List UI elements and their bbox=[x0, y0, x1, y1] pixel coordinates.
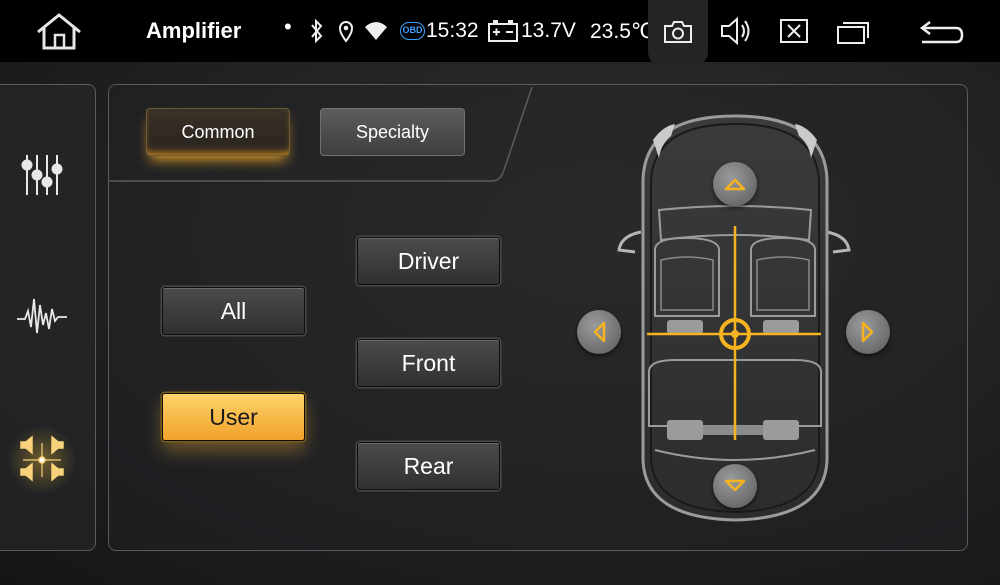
back-icon[interactable] bbox=[918, 14, 966, 48]
arrow-left-icon bbox=[593, 321, 606, 343]
volume-icon[interactable] bbox=[716, 14, 756, 48]
all-button[interactable]: All bbox=[162, 287, 305, 335]
battery-icon bbox=[488, 20, 518, 42]
equalizer-sliders-icon[interactable] bbox=[15, 149, 69, 203]
app-title: Amplifier bbox=[146, 18, 242, 43]
balance-left-button[interactable] bbox=[577, 310, 621, 354]
obd-icon: OBD bbox=[400, 22, 425, 40]
tab-specialty[interactable]: Specialty bbox=[320, 108, 465, 156]
user-button[interactable]: User bbox=[162, 393, 305, 441]
close-app-icon[interactable] bbox=[774, 14, 814, 48]
notification-dot: • bbox=[284, 14, 292, 39]
arrow-right-icon bbox=[861, 321, 874, 343]
speaker-balance-icon[interactable] bbox=[15, 433, 69, 487]
sidebar bbox=[0, 84, 96, 551]
waveform-icon[interactable] bbox=[15, 287, 69, 341]
voltage: 13.7V bbox=[521, 19, 576, 42]
screenshot-button[interactable] bbox=[648, 0, 708, 66]
clock: 15:32 bbox=[426, 19, 479, 42]
balance-fader-area[interactable] bbox=[575, 110, 895, 530]
recent-apps-icon[interactable] bbox=[834, 14, 874, 48]
fader-down-button[interactable] bbox=[713, 464, 757, 508]
fader-up-button[interactable] bbox=[713, 162, 757, 206]
tab-common[interactable]: Common bbox=[146, 108, 290, 156]
location-icon bbox=[338, 21, 354, 43]
home-icon[interactable] bbox=[34, 12, 84, 52]
status-bar: Amplifier • OBD 15:32 13.7V 23.5℃ bbox=[0, 0, 1000, 66]
wifi-icon bbox=[365, 22, 387, 40]
camera-icon bbox=[664, 21, 692, 43]
bluetooth-icon bbox=[311, 18, 323, 44]
temperature: 23.5℃ bbox=[590, 20, 655, 43]
driver-button[interactable]: Driver bbox=[357, 237, 500, 285]
balance-right-button[interactable] bbox=[846, 310, 890, 354]
arrow-down-icon bbox=[724, 479, 746, 492]
rear-button[interactable]: Rear bbox=[357, 442, 500, 490]
front-button[interactable]: Front bbox=[357, 339, 500, 387]
arrow-up-icon bbox=[724, 178, 746, 191]
